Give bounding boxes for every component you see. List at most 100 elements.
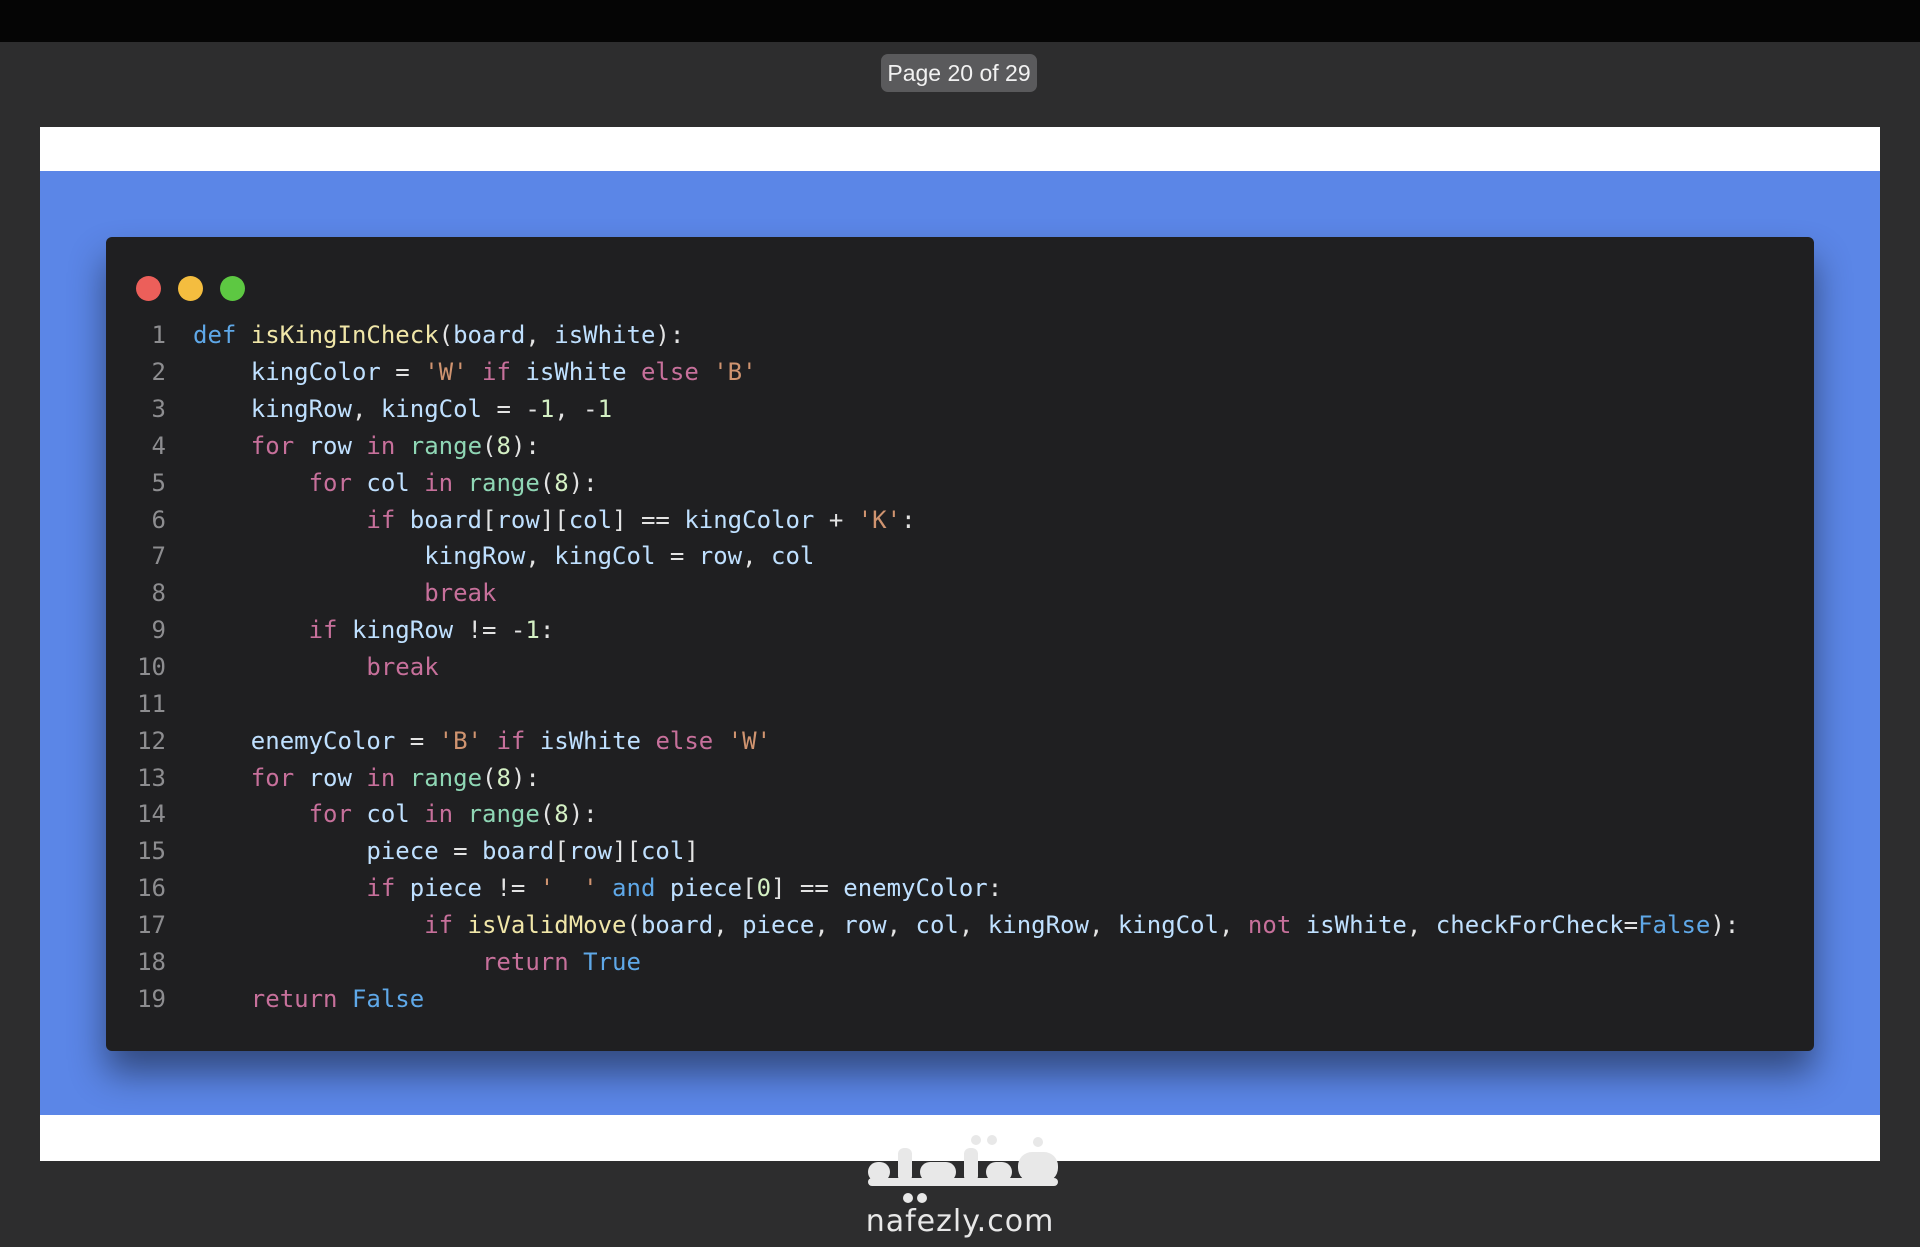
code-token: row — [568, 837, 613, 866]
code-token: , — [1406, 910, 1436, 939]
code-text: piece = board[row][col] — [166, 837, 698, 866]
code-token: ( — [539, 800, 555, 829]
nafezly-wordmark-icon — [868, 1135, 1058, 1203]
code-token: col — [366, 800, 410, 829]
code-text: for row in range(8): — [166, 764, 540, 792]
code-token: ][ — [539, 505, 569, 534]
code-token: board — [640, 910, 714, 939]
code-token: range — [409, 431, 483, 460]
code-token: col — [640, 837, 685, 866]
code-text: for col in range(8): — [166, 469, 598, 497]
code-token: piece — [742, 910, 815, 939]
code-token: , — [351, 395, 381, 424]
code-token: isWhite — [1305, 910, 1407, 939]
code-token: ] == — [612, 505, 685, 534]
code-line: 9 if kingRow != -1: — [128, 612, 1808, 649]
code-line: 19 return False — [128, 980, 1808, 1017]
line-number: 18 — [137, 947, 166, 976]
code-token: = — [395, 726, 439, 755]
code-line: 14 for col in range(8): — [128, 796, 1808, 833]
code-token: return — [250, 984, 338, 1013]
code-text: kingColor = 'W' if isWhite else 'B' — [166, 358, 757, 386]
code-token: for — [250, 431, 295, 460]
code-line: 15 piece = board[row][col] — [128, 833, 1808, 870]
code-token: if — [308, 616, 338, 645]
code-token: 8 — [554, 800, 569, 829]
line-number: 11 — [137, 689, 166, 718]
code-token: , — [1088, 910, 1118, 939]
code-token: kingCol — [380, 395, 483, 424]
code-line: 1 def isKingInCheck(board, isWhite): — [128, 317, 1808, 354]
code-token: 0 — [756, 874, 772, 903]
code-token: in — [424, 468, 454, 497]
code-token: True — [583, 947, 641, 976]
code-token: ): — [568, 800, 598, 829]
code-token: kingRow — [987, 910, 1089, 939]
code-token: ( — [482, 431, 497, 460]
code-token: kingCol — [1117, 910, 1220, 939]
code-token: = — [438, 837, 482, 866]
code-token: False — [351, 984, 425, 1013]
line-number: 9 — [151, 616, 166, 645]
code-token: kingCol — [554, 542, 656, 571]
code-token: 'W' — [727, 726, 772, 755]
code-text: if board[row][col] == kingColor + 'K': — [166, 505, 915, 534]
code-token: 1 — [597, 395, 613, 424]
code-token: in — [366, 431, 396, 460]
line-number: 15 — [137, 837, 166, 866]
code-token: 'B' — [438, 726, 483, 755]
code-token: return — [481, 947, 569, 976]
code-text: for col in range(8): — [166, 800, 598, 828]
code-token: 'B' — [713, 358, 757, 387]
code-token: , — [814, 910, 844, 939]
line-number: 3 — [151, 395, 166, 424]
code-token: ( — [626, 910, 641, 939]
code-token: 8 — [554, 468, 569, 497]
code-line: 10 break — [128, 649, 1808, 686]
code-token: kingRow — [424, 542, 526, 571]
code-token: in — [366, 763, 396, 792]
code-text: if piece != ' ' and piece[0] == enemyCol… — [166, 874, 1002, 902]
code-token: range — [467, 800, 540, 829]
line-number: 5 — [151, 468, 166, 497]
code-token: for — [250, 763, 295, 792]
line-number: 2 — [151, 358, 166, 387]
code-token: 1 — [539, 395, 555, 424]
code-line: 8 break — [128, 575, 1808, 612]
code-token: isKingInCheck — [250, 321, 439, 350]
code-token: piece — [669, 874, 743, 903]
window-close-dot-icon — [136, 276, 161, 301]
code-token: [ — [554, 837, 569, 866]
code-text: enemyColor = 'B' if isWhite else 'W' — [166, 727, 771, 755]
code-block: 1 def isKingInCheck(board, isWhite): 2 kin… — [128, 317, 1808, 1017]
code-token: piece — [409, 874, 482, 903]
line-number: 17 — [137, 910, 166, 939]
code-token: col — [366, 468, 410, 497]
code-token: kingRow — [250, 395, 352, 424]
code-token: ( — [482, 763, 497, 792]
code-token: row — [308, 431, 352, 460]
line-number: 16 — [137, 874, 166, 903]
code-text: return True — [166, 948, 641, 976]
code-token: range — [467, 468, 540, 497]
nafezly-logo: nafezly.com — [846, 1132, 1074, 1247]
code-token: ): — [655, 321, 685, 350]
